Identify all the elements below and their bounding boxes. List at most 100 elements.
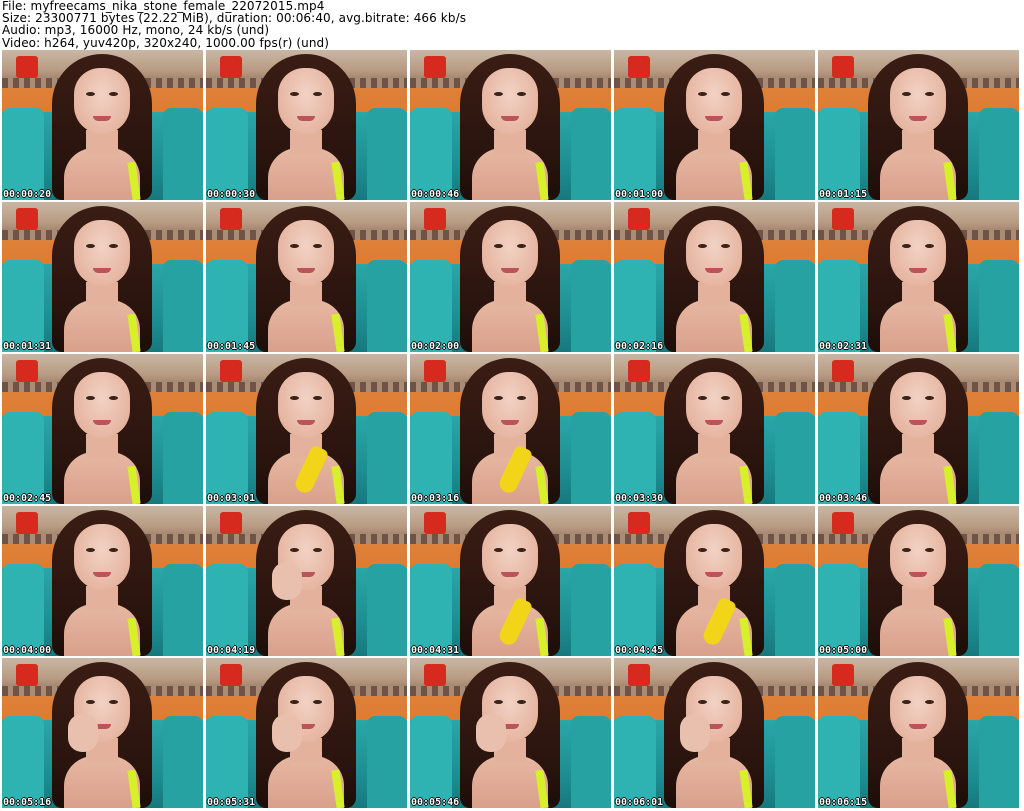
left-eye — [698, 92, 707, 96]
left-eye — [902, 92, 911, 96]
chair-right-arm — [775, 260, 815, 352]
thumbnail-timestamp: 00:05:46 — [411, 797, 460, 808]
hand — [272, 562, 302, 600]
chair-right-arm — [979, 716, 1019, 808]
poster-red-mark — [832, 56, 854, 78]
left-eye — [290, 548, 299, 552]
chair-right-arm — [571, 564, 611, 656]
thumbnail-timestamp: 00:04:31 — [411, 645, 460, 656]
mouth — [705, 268, 723, 273]
video-thumbnail[interactable]: 00:06:15 — [818, 658, 1019, 808]
mouth — [909, 420, 927, 425]
face — [686, 68, 742, 134]
mouth — [297, 268, 315, 273]
video-thumbnail[interactable]: 00:04:31 — [410, 506, 611, 656]
face — [278, 372, 334, 438]
right-eye — [517, 700, 526, 704]
video-thumbnail[interactable]: 00:03:46 — [818, 354, 1019, 504]
left-eye — [902, 700, 911, 704]
face — [890, 524, 946, 590]
chair-left-arm — [410, 108, 452, 200]
video-thumbnail[interactable]: 00:00:30 — [206, 50, 407, 200]
video-thumbnail[interactable]: 00:01:00 — [614, 50, 815, 200]
poster-red-mark — [220, 512, 242, 534]
chair-right-arm — [775, 108, 815, 200]
video-thumbnail[interactable]: 00:06:01 — [614, 658, 815, 808]
left-eye — [86, 700, 95, 704]
poster-red-mark — [424, 512, 446, 534]
chair-right-arm — [571, 260, 611, 352]
video-thumbnail[interactable]: 00:02:00 — [410, 202, 611, 352]
thumbnail-grid: 00:00:20 00:00:30 00:00:46 00:01:00 00:01:15… — [2, 50, 1019, 808]
left-eye — [86, 92, 95, 96]
mouth — [705, 572, 723, 577]
chair-left-arm — [206, 716, 248, 808]
right-eye — [925, 92, 934, 96]
poster-red-mark — [424, 664, 446, 686]
poster-red-mark — [628, 360, 650, 382]
hand — [272, 714, 302, 752]
poster-red-mark — [424, 360, 446, 382]
thumbnail-timestamp: 00:05:00 — [819, 645, 868, 656]
left-eye — [290, 244, 299, 248]
chair-left-arm — [2, 716, 44, 808]
poster-red-mark — [16, 512, 38, 534]
video-thumbnail[interactable]: 00:05:46 — [410, 658, 611, 808]
poster-red-mark — [220, 56, 242, 78]
thumbnail-timestamp: 00:02:31 — [819, 341, 868, 352]
left-eye — [698, 396, 707, 400]
thumbnail-timestamp: 00:03:30 — [615, 493, 664, 504]
right-eye — [109, 700, 118, 704]
chair-left-arm — [410, 260, 452, 352]
video-info-line: Video: h264, yuv420p, 320x240, 1000.00 f… — [2, 35, 330, 50]
video-thumbnail[interactable]: 00:03:30 — [614, 354, 815, 504]
left-eye — [698, 244, 707, 248]
right-eye — [313, 244, 322, 248]
video-thumbnail[interactable]: 00:01:15 — [818, 50, 1019, 200]
video-thumbnail[interactable]: 00:05:31 — [206, 658, 407, 808]
poster-red-mark — [628, 512, 650, 534]
left-eye — [290, 92, 299, 96]
face — [890, 372, 946, 438]
mouth — [705, 420, 723, 425]
mouth — [93, 420, 111, 425]
chair-left-arm — [614, 260, 656, 352]
video-thumbnail[interactable]: 00:04:45 — [614, 506, 815, 656]
chair-right-arm — [163, 412, 203, 504]
poster-red-mark — [220, 664, 242, 686]
right-eye — [109, 92, 118, 96]
poster-red-mark — [16, 664, 38, 686]
video-thumbnail[interactable]: 00:05:16 — [2, 658, 203, 808]
right-eye — [517, 92, 526, 96]
video-thumbnail[interactable]: 00:00:46 — [410, 50, 611, 200]
chair-left-arm — [2, 412, 44, 504]
face — [482, 68, 538, 134]
right-eye — [517, 548, 526, 552]
video-thumbnail[interactable]: 00:05:00 — [818, 506, 1019, 656]
face — [890, 68, 946, 134]
video-thumbnail[interactable]: 00:02:45 — [2, 354, 203, 504]
video-thumbnail[interactable]: 00:02:31 — [818, 202, 1019, 352]
video-thumbnail[interactable]: 00:03:16 — [410, 354, 611, 504]
chair-left-arm — [818, 412, 860, 504]
chair-left-arm — [206, 564, 248, 656]
video-thumbnail[interactable]: 00:01:45 — [206, 202, 407, 352]
thumbnail-timestamp: 00:03:16 — [411, 493, 460, 504]
chair-right-arm — [775, 412, 815, 504]
face — [482, 220, 538, 286]
chair-right-arm — [367, 260, 407, 352]
video-thumbnail[interactable]: 00:00:20 — [2, 50, 203, 200]
thumbnail-timestamp: 00:01:15 — [819, 189, 868, 200]
chair-right-arm — [979, 412, 1019, 504]
video-thumbnail[interactable]: 00:02:16 — [614, 202, 815, 352]
audio-info-line: Audio: mp3, 16000 Hz, mono, 24 kb/s (und… — [2, 23, 270, 38]
video-thumbnail[interactable]: 00:03:01 — [206, 354, 407, 504]
chair-right-arm — [367, 564, 407, 656]
video-thumbnail[interactable]: 00:04:00 — [2, 506, 203, 656]
left-eye — [494, 244, 503, 248]
video-thumbnail[interactable]: 00:04:19 — [206, 506, 407, 656]
mouth — [93, 116, 111, 121]
left-eye — [698, 548, 707, 552]
chair-right-arm — [979, 108, 1019, 200]
video-thumbnail[interactable]: 00:01:31 — [2, 202, 203, 352]
